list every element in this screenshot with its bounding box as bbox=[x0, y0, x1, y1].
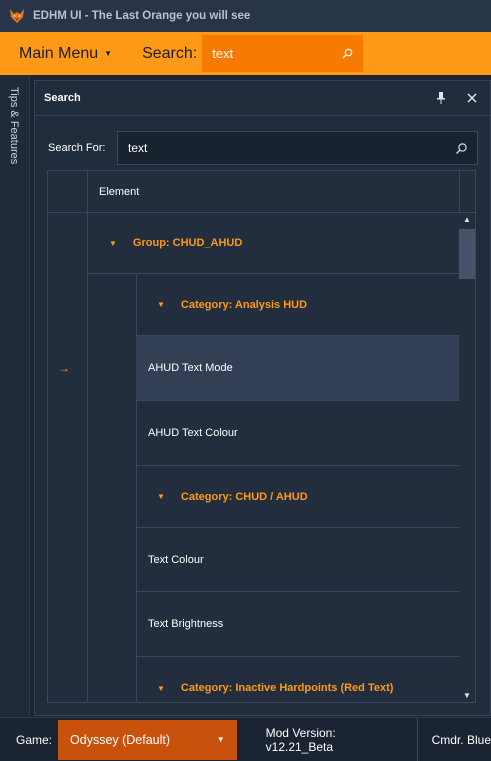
side-strip: Tips & Features bbox=[0, 75, 30, 717]
results-grid: Element → ▼ Group: CHUD_AHUD ▼ Category:… bbox=[47, 170, 476, 703]
row-indicator-column: → bbox=[48, 213, 88, 702]
commander-name: Cmdr. Blue bbox=[431, 732, 491, 747]
search-field[interactable] bbox=[117, 131, 478, 165]
row-label: Category: Analysis HUD bbox=[180, 298, 308, 311]
top-search-label: Search: bbox=[142, 44, 198, 62]
grid-header: Element bbox=[48, 171, 475, 213]
main-menu-label: Main Menu bbox=[19, 44, 99, 62]
pin-icon[interactable] bbox=[434, 91, 448, 105]
menu-bar: Main Menu ▼ Search: text bbox=[0, 32, 491, 75]
game-select-value: Odyssey (Default) bbox=[70, 732, 171, 747]
tree-row-item[interactable]: AHUD Text Colour bbox=[136, 401, 460, 466]
tree-row-category[interactable]: ▼ Category: Inactive Hardpoints (Red Tex… bbox=[136, 657, 460, 702]
status-divider bbox=[416, 717, 418, 761]
game-label: Game: bbox=[16, 732, 53, 747]
tree-row-group[interactable]: ▼ Group: CHUD_AHUD bbox=[88, 213, 460, 274]
title-bar: EDHM UI - The Last Orange you will see bbox=[0, 0, 491, 32]
top-search-value: text bbox=[212, 46, 234, 61]
status-bar: Game: Odyssey (Default) ▼ Mod Version: v… bbox=[0, 717, 491, 761]
search-panel: Search Search For: Element → bbox=[34, 80, 491, 716]
mod-version: Mod Version: v12.21_Beta bbox=[265, 725, 336, 754]
tips-features-tab[interactable]: Tips & Features bbox=[4, 87, 26, 247]
app-logo-icon bbox=[10, 9, 24, 23]
tips-features-label: Tips & Features bbox=[8, 87, 20, 165]
column-header-element[interactable]: Element bbox=[99, 186, 139, 198]
row-label: AHUD Text Mode bbox=[148, 362, 233, 374]
arrow-right-icon: → bbox=[58, 361, 70, 375]
tree-row-category[interactable]: ▼ Category: Analysis HUD bbox=[136, 274, 460, 336]
scroll-down-icon[interactable]: ▼ bbox=[463, 691, 471, 700]
panel-header: Search bbox=[35, 81, 490, 116]
row-label: Text Colour bbox=[148, 553, 204, 566]
main-menu-button[interactable]: Main Menu ▼ bbox=[19, 45, 112, 63]
chevron-down-icon[interactable]: ▼ bbox=[157, 492, 165, 501]
search-icon[interactable] bbox=[455, 142, 468, 155]
search-for-label: Search For: bbox=[48, 142, 106, 154]
scrollbar-thumb[interactable] bbox=[459, 229, 475, 279]
tree-row-item[interactable]: Text Brightness bbox=[136, 592, 460, 657]
vertical-scrollbar[interactable]: ▲ ▼ bbox=[459, 213, 475, 702]
row-label: Text Brightness bbox=[148, 618, 224, 630]
close-icon[interactable] bbox=[464, 90, 480, 106]
search-input[interactable] bbox=[128, 141, 428, 155]
window-title: EDHM UI - The Last Orange you will see bbox=[33, 10, 251, 22]
game-select[interactable]: Odyssey (Default) ▼ bbox=[58, 719, 237, 760]
panel-title: Search bbox=[44, 92, 81, 104]
scroll-up-icon[interactable]: ▲ bbox=[463, 215, 471, 224]
caret-down-icon: ▼ bbox=[216, 735, 225, 744]
row-label: AHUD Text Colour bbox=[148, 427, 238, 439]
caret-down-icon: ▼ bbox=[104, 49, 113, 58]
chevron-down-icon[interactable]: ▼ bbox=[157, 300, 165, 309]
column-divider bbox=[459, 171, 460, 213]
search-icon[interactable] bbox=[342, 48, 353, 59]
row-label: Category: CHUD / AHUD bbox=[180, 490, 308, 503]
column-divider bbox=[87, 171, 88, 213]
tree-row-category[interactable]: ▼ Category: CHUD / AHUD bbox=[136, 466, 460, 528]
row-label: Group: CHUD_AHUD bbox=[132, 237, 243, 249]
tree-row-item[interactable]: Text Colour bbox=[136, 528, 460, 592]
chevron-down-icon[interactable]: ▼ bbox=[109, 239, 117, 248]
row-label: Category: Inactive Hardpoints (Red Text) bbox=[180, 682, 394, 694]
chevron-down-icon[interactable]: ▼ bbox=[157, 684, 165, 693]
tree-row-item[interactable]: AHUD Text Mode bbox=[136, 336, 460, 401]
top-search-input[interactable]: text bbox=[202, 35, 364, 72]
